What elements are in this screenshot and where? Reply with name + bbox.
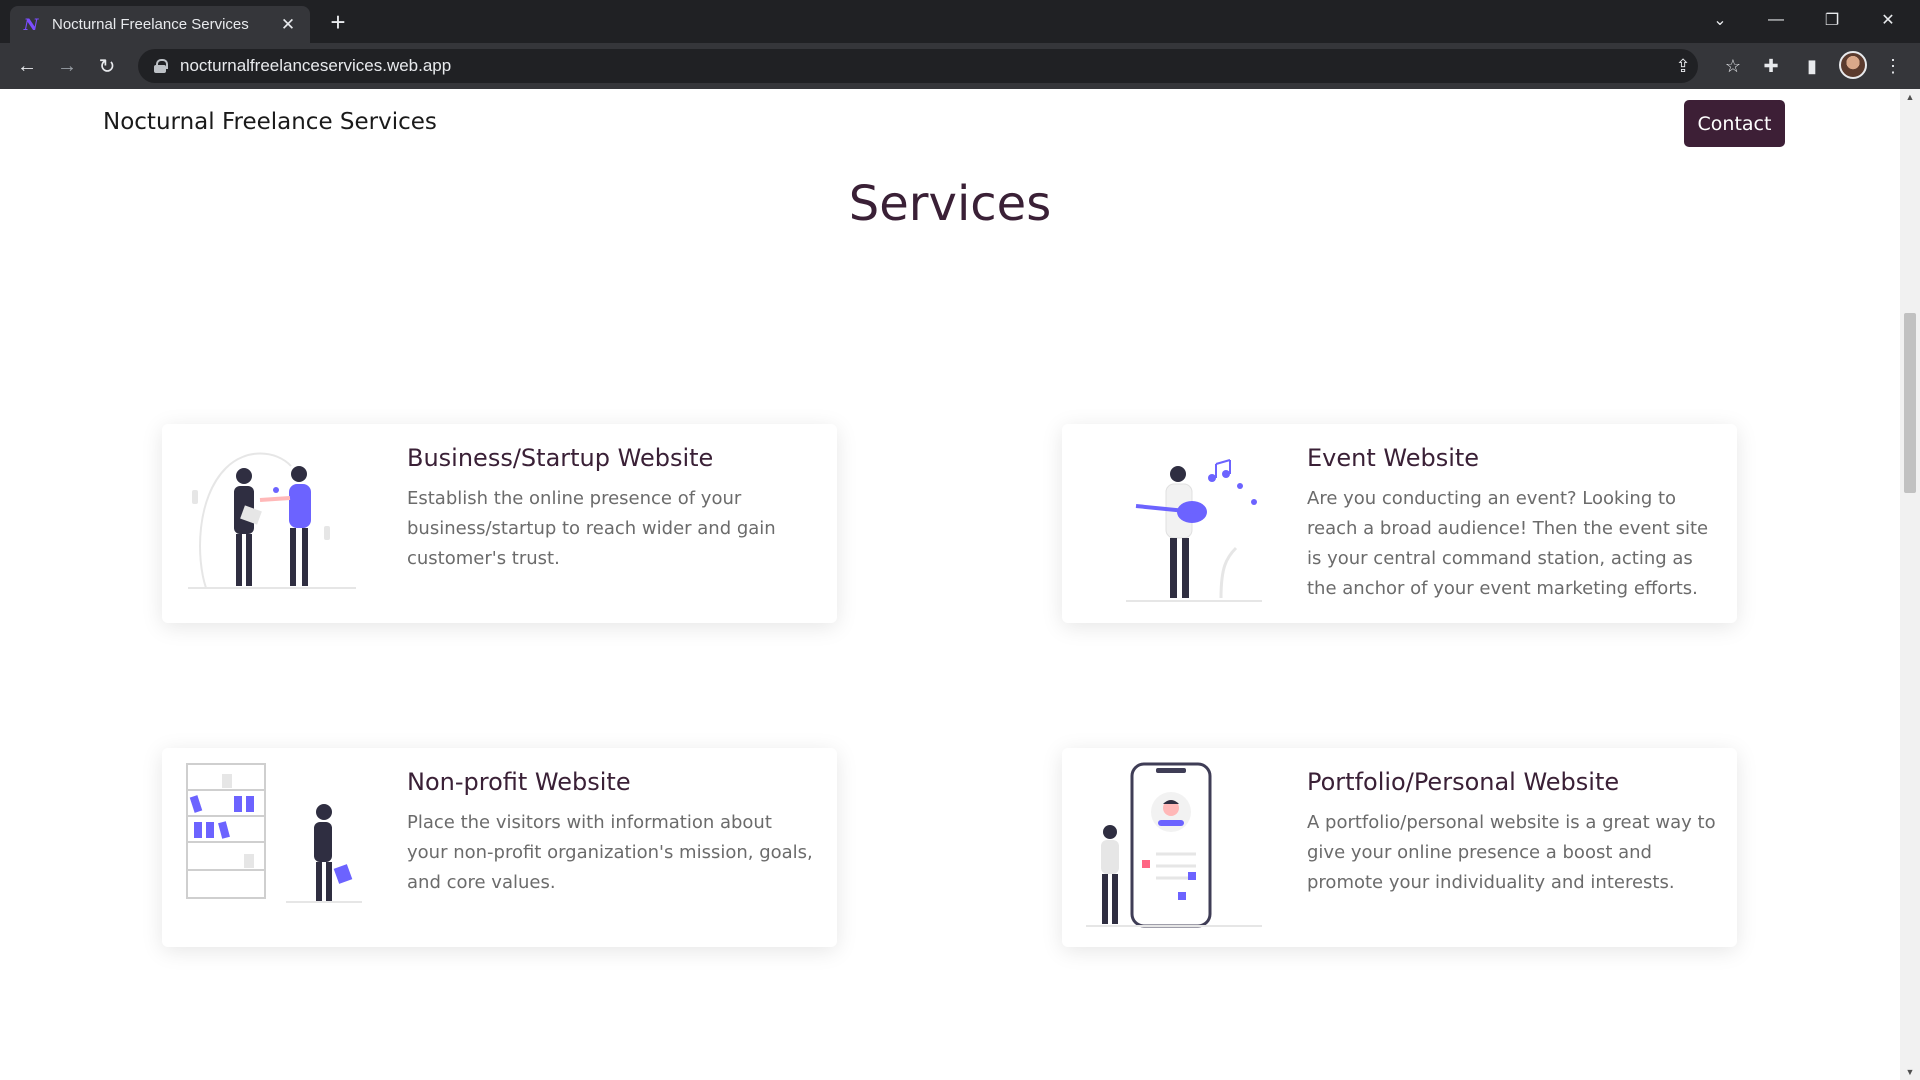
page-scrollbar[interactable]: ▲ ▼ — [1900, 89, 1920, 1080]
services-heading: Services — [848, 176, 1052, 232]
scroll-thumb[interactable] — [1904, 313, 1916, 493]
site-title[interactable]: Nocturnal Freelance Services — [103, 109, 437, 135]
tab-search-icon[interactable]: ⌄ — [1692, 0, 1748, 40]
close-tab-icon[interactable]: ✕ — [278, 15, 298, 35]
card-title: Non-profit Website — [407, 768, 631, 796]
url-text[interactable]: nocturnalfreelanceservices.web.app — [180, 56, 451, 76]
profile-avatar[interactable] — [1839, 51, 1867, 79]
card-description: A portfolio/personal website is a great … — [1307, 812, 1716, 893]
minimize-button[interactable]: — — [1748, 0, 1804, 40]
share-icon[interactable]: ⇪ — [1668, 49, 1698, 83]
card-description: Establish the online presence of your bu… — [407, 488, 776, 569]
contact-button[interactable]: Contact — [1684, 100, 1785, 147]
card-description: Place the visitors with information abou… — [407, 812, 813, 893]
side-panel-icon[interactable]: ▮ — [1797, 51, 1827, 81]
reload-button[interactable]: ↻ — [92, 51, 122, 81]
phone-profile-illustration — [1086, 762, 1262, 928]
back-button[interactable]: ← — [12, 51, 42, 81]
card-title: Business/Startup Website — [407, 444, 714, 472]
service-card-event: Event Website Are you conducting an even… — [1062, 424, 1737, 623]
card-description: Are you conducting an event? Looking to … — [1307, 488, 1709, 599]
scroll-down-arrow[interactable]: ▼ — [1900, 1064, 1920, 1080]
site-favicon-icon: N — [23, 14, 39, 34]
lock-icon[interactable] — [154, 59, 168, 73]
service-card-nonprofit: Non-profit Website Place the visitors wi… — [162, 748, 837, 947]
menu-icon[interactable]: ⋮ — [1878, 51, 1908, 81]
forward-button[interactable]: → — [52, 51, 82, 81]
page-viewport: Nocturnal Freelance Services Contact Ser… — [0, 89, 1900, 1080]
new-tab-button[interactable]: + — [324, 9, 352, 35]
extensions-icon[interactable]: ✚ — [1756, 51, 1786, 81]
address-bar[interactable]: nocturnalfreelanceservices.web.app ⇪ ☆ — [138, 49, 1741, 83]
service-card-business: Business/Startup Website Establish the o… — [162, 424, 837, 623]
card-title: Portfolio/Personal Website — [1307, 768, 1620, 796]
close-window-button[interactable]: ✕ — [1860, 0, 1916, 40]
service-card-portfolio: Portfolio/Personal Website A portfolio/p… — [1062, 748, 1737, 947]
handshake-illustration — [188, 452, 356, 589]
tab-title: Nocturnal Freelance Services — [52, 16, 249, 33]
card-title: Event Website — [1307, 444, 1480, 472]
browser-tab[interactable]: N Nocturnal Freelance Services ✕ — [10, 6, 310, 43]
bookshelf-illustration — [186, 763, 362, 903]
bookmark-star-icon[interactable]: ☆ — [1718, 49, 1748, 83]
scroll-up-arrow[interactable]: ▲ — [1900, 89, 1920, 105]
restore-button[interactable]: ❐ — [1804, 0, 1860, 40]
browser-toolbar: ← → ↻ nocturnalfreelanceservices.web.app… — [0, 43, 1920, 89]
browser-tab-bar: N Nocturnal Freelance Services ✕ + ⌄ — ❐… — [0, 0, 1920, 43]
guitarist-illustration — [1126, 459, 1262, 602]
